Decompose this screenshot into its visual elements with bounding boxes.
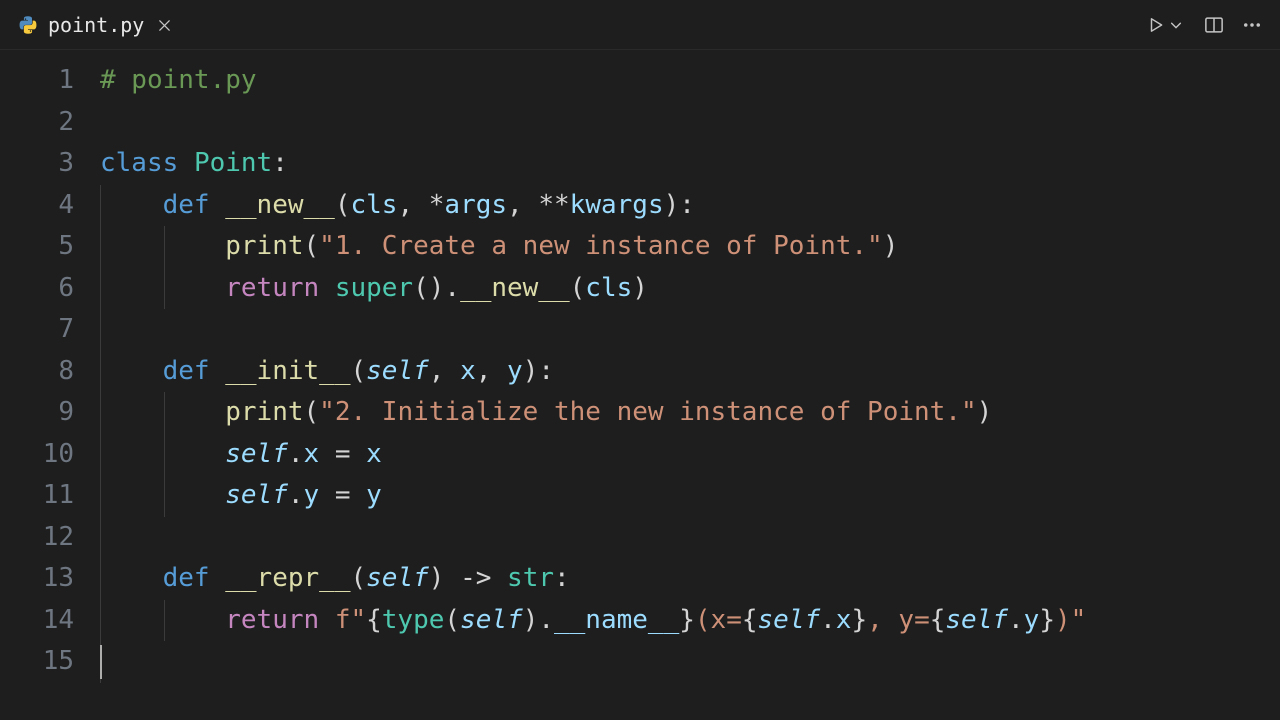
- code-line: [100, 102, 1280, 144]
- more-actions-button[interactable]: [1240, 13, 1264, 37]
- code-line: def __new__(cls, *args, **kwargs):: [100, 185, 1280, 227]
- close-tab-button[interactable]: [154, 15, 174, 35]
- code-area[interactable]: # point.py class Point: def __new__(cls,…: [100, 50, 1280, 720]
- tab-point-py[interactable]: point.py: [0, 0, 188, 49]
- tab-bar: point.py: [0, 0, 1280, 50]
- code-line: [100, 641, 1280, 683]
- split-editor-button[interactable]: [1202, 13, 1226, 37]
- text-cursor: [100, 645, 102, 679]
- code-line: # point.py: [100, 60, 1280, 102]
- tab-filename: point.py: [48, 13, 144, 37]
- code-line: self.y = y: [100, 475, 1280, 517]
- code-line: class Point:: [100, 143, 1280, 185]
- code-line: return super().__new__(cls): [100, 268, 1280, 310]
- code-line: [100, 517, 1280, 559]
- line-number-gutter: 123456789101112131415: [0, 50, 100, 720]
- code-line: def __init__(self, x, y):: [100, 351, 1280, 393]
- code-line: return f"{type(self).__name__}(x={self.x…: [100, 600, 1280, 642]
- code-editor[interactable]: 123456789101112131415 # point.py class P…: [0, 50, 1280, 720]
- code-line: print("2. Initialize the new instance of…: [100, 392, 1280, 434]
- code-line: def __repr__(self) -> str:: [100, 558, 1280, 600]
- code-line: self.x = x: [100, 434, 1280, 476]
- editor-actions: [1128, 0, 1280, 49]
- run-dropdown-button[interactable]: [1164, 13, 1188, 37]
- python-file-icon: [18, 15, 38, 35]
- code-line: print("1. Create a new instance of Point…: [100, 226, 1280, 268]
- code-line: [100, 309, 1280, 351]
